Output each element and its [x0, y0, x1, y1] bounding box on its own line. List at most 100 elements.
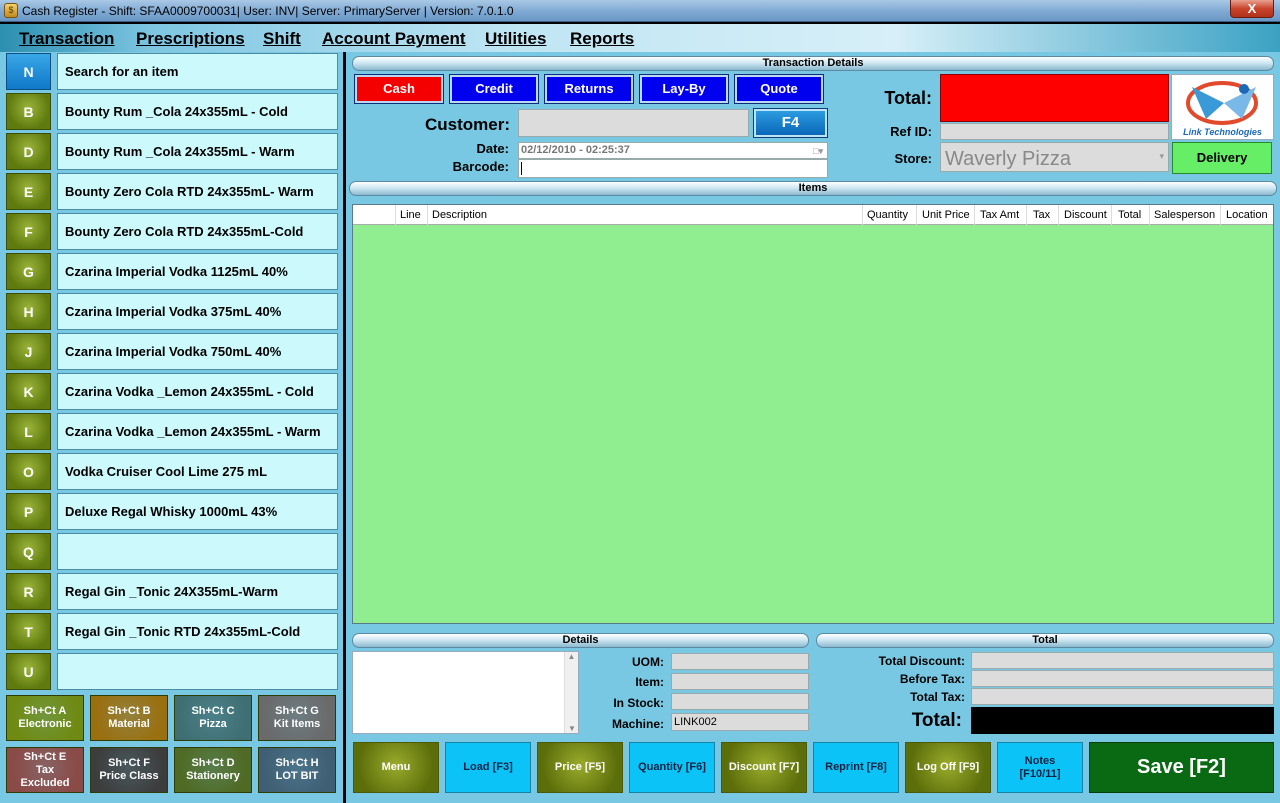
menu-prescriptions[interactable]: Prescriptions — [136, 29, 245, 49]
category-shortcut-button[interactable]: Sh+Ct B Material — [90, 695, 168, 741]
date-picker[interactable]: 02/12/2010 - 02:25:37 □▾ — [518, 142, 828, 159]
shortcut-button-label: Material — [108, 718, 150, 730]
hotkey-button-e[interactable]: E — [6, 173, 51, 210]
function-key-button[interactable]: Quantity [F6] — [629, 742, 715, 793]
function-key-button[interactable]: Log Off [F9] — [905, 742, 991, 793]
function-key-button[interactable]: Load [F3] — [445, 742, 531, 793]
quick-item-button[interactable] — [57, 653, 338, 690]
quick-item-button[interactable] — [57, 533, 338, 570]
function-key-button[interactable]: Discount [F7] — [721, 742, 807, 793]
quick-item-button[interactable]: Vodka Cruiser Cool Lime 275 mL — [57, 453, 338, 490]
menu-account-payment[interactable]: Account Payment — [322, 29, 466, 49]
hotkey-button-r[interactable]: R — [6, 573, 51, 610]
hotkey-button-k[interactable]: K — [6, 373, 51, 410]
quick-item-button[interactable]: Bounty Zero Cola RTD 24x355mL-Cold — [57, 213, 338, 250]
hotkey-button-j[interactable]: J — [6, 333, 51, 370]
hotkey-button-l[interactable]: L — [6, 413, 51, 450]
uom-field — [671, 653, 809, 670]
hotkey-button-o[interactable]: O — [6, 453, 51, 490]
col-quantity[interactable]: Quantity — [867, 209, 908, 221]
hotkey-button-p[interactable]: P — [6, 493, 51, 530]
quick-item-button[interactable]: Czarina Imperial Vodka 375mL 40% — [57, 293, 338, 330]
customer-field[interactable] — [518, 109, 749, 137]
lay-by-button[interactable]: Lay-By — [639, 74, 729, 104]
col-line[interactable]: Line — [400, 209, 421, 221]
function-key-button[interactable]: Notes [F10/11] — [997, 742, 1083, 793]
function-key-label: Discount [F7] — [729, 761, 799, 774]
in-stock-label: In Stock: — [613, 696, 664, 710]
hotkey-button-h[interactable]: H — [6, 293, 51, 330]
quick-item-button[interactable]: Czarina Imperial Vodka 1125mL 40% — [57, 253, 338, 290]
shortcut-button-label: Sh+Ct H — [275, 757, 319, 769]
hotkey-button-d[interactable]: D — [6, 133, 51, 170]
category-shortcut-button[interactable]: Sh+Ct C Pizza — [174, 695, 252, 741]
col-tax-amt[interactable]: Tax Amt — [980, 209, 1019, 221]
function-key-label: Reprint [F8] — [825, 761, 887, 774]
items-grid[interactable]: Line Description Quantity Unit Price Tax… — [352, 204, 1274, 624]
quick-item-button[interactable]: Search for an item — [57, 53, 338, 90]
category-shortcut-button[interactable]: Sh+Ct A Electronic — [6, 695, 84, 741]
col-salesperson[interactable]: Salesperson — [1154, 209, 1215, 221]
col-description[interactable]: Description — [432, 209, 487, 221]
hotkey-button-f[interactable]: F — [6, 213, 51, 250]
category-shortcut-button[interactable]: Sh+Ct H LOT BIT — [258, 747, 336, 793]
menu-utilities[interactable]: Utilities — [485, 29, 546, 49]
before-tax-field — [971, 670, 1274, 687]
col-tax[interactable]: Tax — [1033, 209, 1050, 221]
chevron-down-icon: ▾ — [1159, 151, 1164, 161]
function-key-label-line: Discount [F7] — [728, 761, 800, 773]
quick-item-button[interactable]: Bounty Rum _Cola 24x355mL - Warm — [57, 133, 338, 170]
scroll-up-icon[interactable]: ▲ — [565, 652, 578, 661]
scroll-down-icon[interactable]: ▼ — [565, 724, 579, 733]
close-button[interactable]: X — [1230, 0, 1274, 18]
col-location[interactable]: Location — [1226, 209, 1268, 221]
function-key-label-line: Log Off [F9] — [916, 761, 980, 773]
col-total[interactable]: Total — [1118, 209, 1141, 221]
details-scrollbar[interactable]: ▲ ▼ — [564, 652, 578, 733]
delivery-button[interactable]: Delivery — [1172, 142, 1272, 174]
function-key-label: Notes [F10/11] — [1020, 755, 1061, 781]
text-cursor — [521, 162, 522, 175]
category-shortcut-button[interactable]: Sh+Ct E Tax Excluded — [6, 747, 84, 793]
category-shortcut-button[interactable]: Sh+Ct G Kit Items — [258, 695, 336, 741]
hotkey-button-g[interactable]: G — [6, 253, 51, 290]
customer-label: Customer: — [424, 115, 510, 134]
menu-shift[interactable]: Shift — [263, 29, 301, 49]
barcode-input[interactable] — [518, 159, 828, 178]
quote-button[interactable]: Quote — [734, 74, 824, 104]
function-key-button[interactable]: Reprint [F8] — [813, 742, 899, 793]
hotkey-button-q[interactable]: Q — [6, 533, 51, 570]
returns-button[interactable]: Returns — [544, 74, 634, 104]
store-select[interactable]: Waverly Pizza ▾ — [940, 142, 1169, 172]
quick-item-button[interactable]: Regal Gin _Tonic 24X355mL-Warm — [57, 573, 338, 610]
transaction-details-header: Transaction Details — [352, 56, 1274, 71]
quick-item-button[interactable]: Regal Gin _Tonic RTD 24x355mL-Cold — [57, 613, 338, 650]
function-key-button[interactable]: Menu — [353, 742, 439, 793]
category-shortcut-button[interactable]: Sh+Ct D Stationery — [174, 747, 252, 793]
quick-item-button[interactable]: Czarina Vodka _Lemon 24x355mL - Cold — [57, 373, 338, 410]
quick-item-button[interactable]: Bounty Zero Cola RTD 24x355mL- Warm — [57, 173, 338, 210]
calendar-dropdown-icon[interactable]: □▾ — [813, 144, 823, 159]
hotkey-button-n[interactable]: N — [6, 53, 51, 90]
ref-id-field[interactable] — [940, 123, 1169, 140]
details-notes-box[interactable]: ▲ ▼ — [352, 651, 579, 734]
menu-transaction[interactable]: Transaction — [19, 29, 114, 49]
menu-reports[interactable]: Reports — [570, 29, 634, 49]
hotkey-button-u[interactable]: U — [6, 653, 51, 690]
app-icon: $ — [4, 3, 18, 18]
credit-button[interactable]: Credit — [449, 74, 539, 104]
col-unit-price[interactable]: Unit Price — [922, 209, 970, 221]
cash-button[interactable]: Cash — [354, 74, 444, 104]
quick-item-button[interactable]: Deluxe Regal Whisky 1000mL 43% — [57, 493, 338, 530]
hotkey-button-b[interactable]: B — [6, 93, 51, 130]
hotkey-button-t[interactable]: T — [6, 613, 51, 650]
menu-bar: Transaction Prescriptions Shift Account … — [0, 24, 1280, 52]
quick-item-button[interactable]: Czarina Vodka _Lemon 24x355mL - Warm — [57, 413, 338, 450]
quick-item-button[interactable]: Bounty Rum _Cola 24x355mL - Cold — [57, 93, 338, 130]
col-discount[interactable]: Discount — [1064, 209, 1107, 221]
category-shortcut-button[interactable]: Sh+Ct F Price Class — [90, 747, 168, 793]
customer-lookup-f4-button[interactable]: F4 — [753, 108, 828, 138]
save-button[interactable]: Save [F2] — [1089, 742, 1274, 793]
quick-item-button[interactable]: Czarina Imperial Vodka 750mL 40% — [57, 333, 338, 370]
function-key-button[interactable]: Price [F5] — [537, 742, 623, 793]
